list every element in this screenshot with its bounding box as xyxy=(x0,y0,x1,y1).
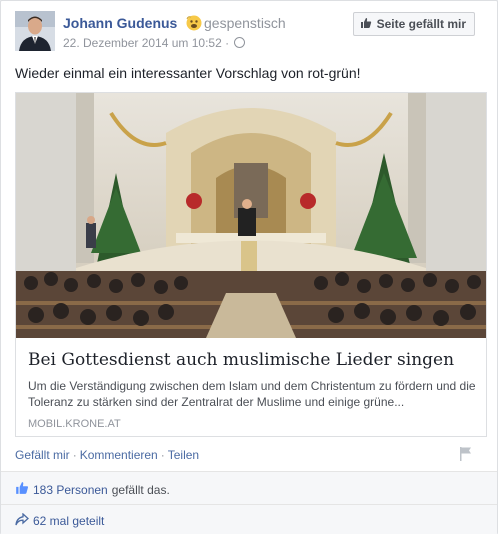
feeling-text: gespenstisch xyxy=(204,15,286,31)
globe-icon[interactable] xyxy=(234,37,246,48)
post-card: Johann Gudenus gespenstisch 22. Dezember… xyxy=(0,0,498,534)
ghost-emoji-icon xyxy=(186,15,202,34)
thumbs-up-icon xyxy=(360,17,372,32)
post-timestamp[interactable]: 22. Dezember 2014 um 10:52 xyxy=(63,36,222,50)
link-title[interactable]: Bei Gottesdienst auch muslimische Lieder… xyxy=(28,350,478,370)
shares-count[interactable]: 62 mal geteilt xyxy=(33,514,104,528)
flag-icon[interactable] xyxy=(459,446,473,467)
author-name[interactable]: Johann Gudenus xyxy=(63,15,177,31)
link-description: Um die Verständigung zwischen dem Islam … xyxy=(28,379,476,409)
post-header: Johann Gudenus gespenstisch 22. Dezember… xyxy=(15,11,485,55)
likes-summary: 183 Personen gefällt das. xyxy=(1,471,497,504)
share-link[interactable]: Teilen xyxy=(168,448,199,462)
comment-link[interactable]: Kommentieren xyxy=(80,448,158,462)
post-text: Wieder einmal ein interessanter Vorschla… xyxy=(15,65,361,81)
thumbs-up-icon xyxy=(15,481,29,498)
like-page-button[interactable]: Seite gefällt mir xyxy=(352,12,475,36)
separator: · xyxy=(72,448,77,462)
likes-text: gefällt das. xyxy=(111,482,170,497)
like-page-label: Seite gefällt mir xyxy=(376,17,466,31)
link-preview[interactable]: Bei Gottesdienst auch muslimische Lieder… xyxy=(15,92,487,437)
likes-count[interactable]: 183 Personen xyxy=(33,483,108,497)
share-arrow-icon xyxy=(15,512,29,529)
author-avatar[interactable] xyxy=(15,11,55,51)
feeling: gespenstisch xyxy=(186,15,286,34)
post-meta: 22. Dezember 2014 um 10:52 · xyxy=(63,36,246,50)
separator: · xyxy=(160,448,165,462)
link-domain: MOBIL.KRONE.AT xyxy=(28,418,121,430)
shares-summary: 62 mal geteilt xyxy=(1,504,497,534)
link-preview-image[interactable] xyxy=(16,93,486,338)
like-link[interactable]: Gefällt mir xyxy=(15,448,70,462)
post-actions: Gefällt mir · Kommentieren · Teilen xyxy=(15,448,199,462)
